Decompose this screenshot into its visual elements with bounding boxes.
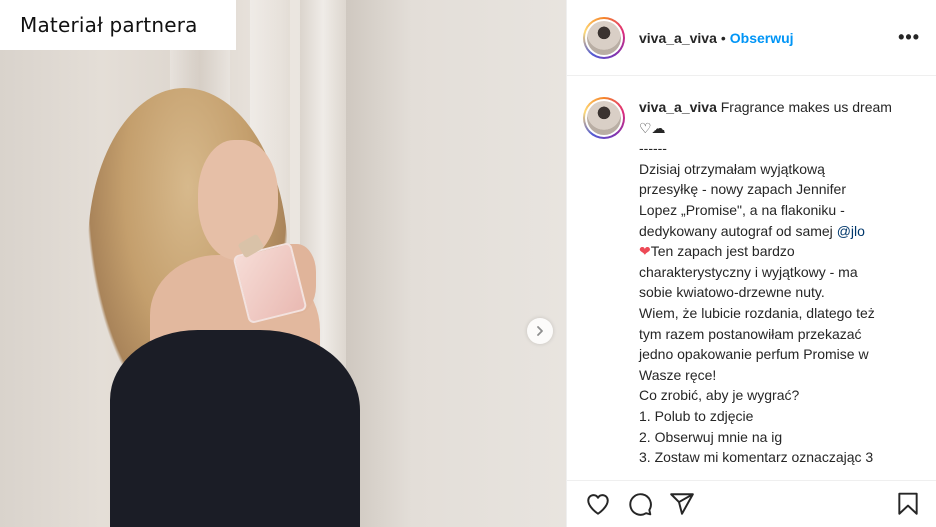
avatar[interactable]: [583, 16, 625, 59]
post-sidebar: viva_a_viva • Obserwuj ••• viva_a_viva F…: [566, 0, 936, 527]
caption-line: Lopez „Promise", a na flakoniku -: [639, 201, 845, 218]
wall: [346, 0, 566, 527]
share-icon: [670, 493, 694, 515]
mention-link[interactable]: @jlo: [837, 223, 865, 239]
caption-line: przesyłkę - nowy zapach Jennifer: [639, 181, 846, 198]
caption-line: Fragrance makes us dream: [720, 99, 892, 115]
comment-button[interactable]: [625, 489, 655, 519]
follow-button[interactable]: Obserwuj: [730, 30, 794, 46]
caption-line: Dzisiaj otrzymałam wyjątkową: [639, 160, 825, 177]
more-options-button[interactable]: •••: [898, 27, 920, 48]
caption-area: viva_a_viva Fragrance makes us dream ♡☁ …: [567, 77, 936, 480]
comment-icon: [629, 493, 652, 516]
bookmark-icon: [898, 492, 918, 515]
red-heart-icon: ❤: [639, 243, 651, 260]
caption-line: charakterystyczny i wyjątkowy - ma: [639, 263, 858, 280]
action-bar: [567, 480, 936, 527]
caption-line: tym razem postanowiłam przekazać: [639, 325, 862, 342]
avatar-image: [587, 101, 621, 135]
caption-line: ------: [639, 140, 667, 157]
model-jacket: [110, 330, 360, 527]
partner-label: Materiał partnera: [20, 13, 198, 37]
caption-line: ♡☁: [639, 119, 666, 136]
caption-line: sobie kwiatowo-drzewne nuty.: [639, 284, 825, 301]
caption-line: dedykowany autograf od samej: [639, 222, 833, 239]
caption-avatar[interactable]: [583, 97, 625, 139]
header-username[interactable]: viva_a_viva: [639, 30, 717, 46]
caption-line: 2. Obserwuj mnie na ig: [639, 428, 783, 445]
partner-badge: Materiał partnera: [0, 0, 236, 50]
like-button[interactable]: [583, 489, 613, 519]
caption-username[interactable]: viva_a_viva: [639, 99, 717, 115]
chevron-right-icon: [537, 326, 543, 336]
separator-dot: •: [720, 29, 726, 46]
share-button[interactable]: [667, 489, 697, 519]
save-button[interactable]: [893, 489, 923, 519]
caption-line: Wiem, że lubicie rozdania, dlatego też: [639, 304, 875, 321]
caption-line: Co zrobić, aby je wygrać?: [639, 387, 800, 404]
post-photo[interactable]: Materiał partnera: [0, 0, 566, 527]
caption-line: Ten zapach jest bardzo: [650, 243, 795, 260]
caption-line: Wasze ręce!: [639, 366, 717, 383]
post-header: viva_a_viva • Obserwuj •••: [567, 0, 936, 76]
caption-line: 1. Polub to zdjęcie: [639, 407, 754, 424]
caption-line: jedno opakowanie perfum Promise w: [639, 346, 869, 363]
heart-icon: [587, 494, 609, 515]
caption-line: 3. Zostaw mi komentarz oznaczając 3: [639, 449, 874, 466]
caption-text: viva_a_viva Fragrance makes us dream ♡☁ …: [639, 97, 909, 480]
avatar-image: [587, 20, 621, 55]
next-photo-button[interactable]: [527, 318, 553, 344]
model-face: [198, 140, 278, 260]
